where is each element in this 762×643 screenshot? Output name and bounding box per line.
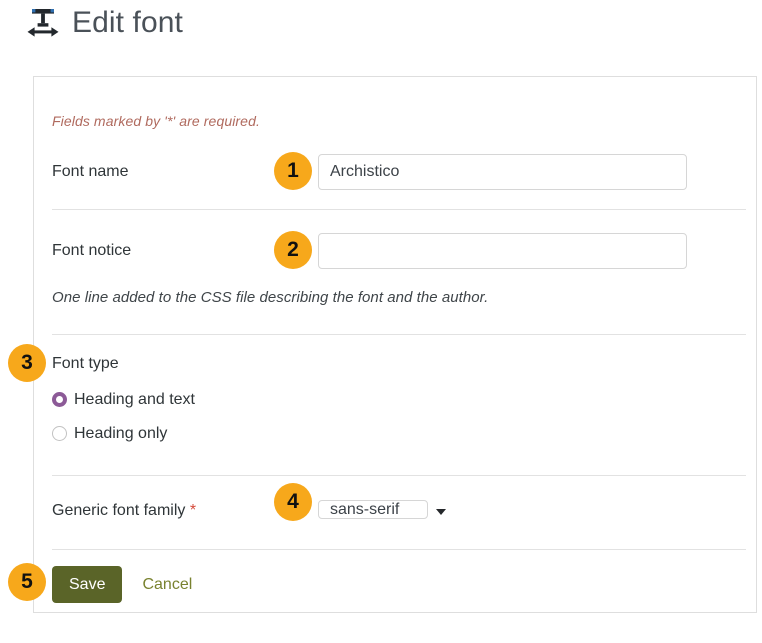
- radio-heading-only[interactable]: Heading only: [52, 421, 195, 446]
- radio-unselected-icon[interactable]: [52, 426, 67, 441]
- font-name-row: Font name: [52, 154, 746, 190]
- radio-heading-only-label: Heading only: [74, 424, 167, 444]
- generic-font-family-label-text: Generic font family: [52, 502, 185, 519]
- callout-badge-4: 4: [274, 483, 312, 521]
- divider-1: [52, 209, 746, 210]
- font-type-label: Font type: [52, 354, 318, 374]
- font-notice-help-text: One line added to the CSS file describin…: [52, 289, 488, 306]
- font-type-radio-group: Heading and text Heading only: [52, 387, 195, 455]
- font-notice-input[interactable]: [318, 233, 687, 269]
- generic-font-family-select-wrap[interactable]: sans-serif: [318, 493, 457, 529]
- callout-badge-2: 2: [274, 231, 312, 269]
- page-header: Edit font: [26, 6, 183, 40]
- radio-selected-icon[interactable]: [52, 392, 67, 407]
- divider-2: [52, 334, 746, 335]
- callout-badge-3: 3: [8, 344, 46, 382]
- page-title: Edit font: [72, 6, 183, 40]
- edit-font-card: Fields marked by '*' are required. Font …: [33, 76, 757, 613]
- font-notice-row: Font notice: [52, 233, 746, 269]
- radio-heading-and-text[interactable]: Heading and text: [52, 387, 195, 412]
- generic-font-family-select[interactable]: sans-serif: [318, 500, 428, 519]
- required-fields-note: Fields marked by '*' are required.: [52, 113, 260, 129]
- callout-badge-5: 5: [8, 563, 46, 601]
- text-width-icon: [26, 6, 60, 40]
- required-asterisk: *: [190, 502, 196, 519]
- generic-font-family-row: Generic font family * sans-serif: [52, 493, 746, 529]
- cancel-button[interactable]: Cancel: [136, 566, 198, 603]
- font-name-input[interactable]: [318, 154, 687, 190]
- chevron-down-icon: [436, 509, 446, 515]
- save-button[interactable]: Save: [52, 566, 122, 603]
- divider-3: [52, 475, 746, 476]
- callout-badge-1: 1: [274, 152, 312, 190]
- divider-4: [52, 549, 746, 550]
- form-actions: Save Cancel: [52, 566, 198, 603]
- radio-heading-and-text-label: Heading and text: [74, 390, 195, 410]
- font-type-row: Font type: [52, 354, 746, 374]
